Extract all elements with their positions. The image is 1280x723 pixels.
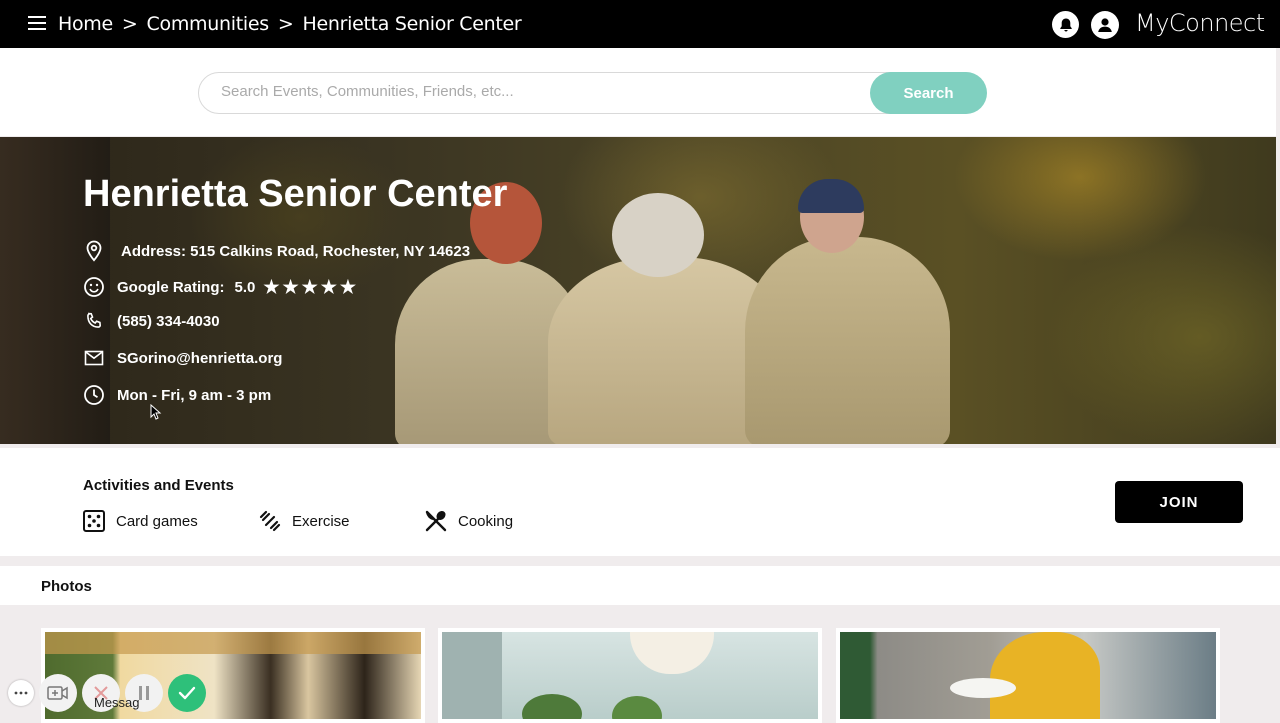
address-row: Address: 515 Calkins Road, Rochester, NY…	[83, 240, 470, 262]
hero-person-right	[745, 237, 950, 444]
video-add-icon[interactable]	[39, 674, 77, 712]
bell-icon[interactable]	[1052, 11, 1079, 38]
photo-lounge	[840, 632, 1216, 719]
phone-text[interactable]: (585) 334-4030	[117, 313, 220, 330]
address-text: Address: 515 Calkins Road, Rochester, NY…	[121, 242, 471, 260]
utensils-icon	[424, 509, 448, 533]
search-button[interactable]: Search	[870, 72, 987, 114]
phone-row: (585) 334-4030	[83, 310, 220, 332]
smiley-icon	[83, 276, 105, 298]
photo-card[interactable]	[836, 628, 1220, 723]
search-input[interactable]	[221, 83, 861, 100]
hours-row: Mon - Fri, 9 am - 3 pm	[83, 384, 271, 406]
breadcrumb-separator: >	[121, 13, 138, 35]
menu-icon[interactable]	[28, 16, 46, 30]
search-box	[198, 72, 986, 114]
photos-header: Photos	[0, 566, 1280, 605]
check-icon[interactable]	[168, 674, 206, 712]
location-pin-icon	[83, 240, 105, 262]
breadcrumb: Home > Communities > Henrietta Senior Ce…	[58, 13, 522, 35]
photo-card[interactable]	[438, 628, 822, 723]
mail-icon	[83, 347, 105, 369]
message-label: Messag	[94, 695, 140, 710]
breadcrumb-separator: >	[277, 13, 294, 35]
brand-logo[interactable]: MyConnect	[1135, 9, 1265, 37]
user-icon[interactable]	[1091, 11, 1119, 39]
top-bar: Home > Communities > Henrietta Senior Ce…	[0, 0, 1280, 48]
page: Home > Communities > Henrietta Senior Ce…	[0, 0, 1280, 723]
hours-text: Mon - Fri, 9 am - 3 pm	[117, 386, 272, 404]
activity-label: Exercise	[292, 512, 350, 530]
center-name: Henrietta Senior Center	[83, 173, 508, 215]
phone-icon	[83, 310, 105, 332]
dice-icon	[82, 509, 106, 533]
call-controls: Messag	[8, 673, 211, 713]
search-band: Search	[0, 48, 1276, 136]
breadcrumb-communities[interactable]: Communities	[147, 13, 270, 35]
hero-banner: Henrietta Senior Center Address: 515 Cal…	[0, 137, 1276, 444]
email-row: SGorino@henrietta.org	[83, 347, 282, 369]
activity-cooking[interactable]: Cooking	[424, 509, 513, 533]
hero-person-right-cap	[798, 179, 864, 213]
clock-icon	[83, 384, 105, 406]
dumbbell-icon	[258, 509, 282, 533]
activity-label: Cooking	[458, 512, 514, 530]
email-text[interactable]: SGorino@henrietta.org	[117, 350, 282, 367]
rating-row: Google Rating: 5.0 ★★★★★	[83, 276, 359, 298]
breadcrumb-home[interactable]: Home	[58, 13, 113, 35]
more-icon[interactable]	[8, 680, 34, 706]
rating-stars: ★★★★★	[263, 276, 360, 297]
photo-room	[442, 632, 818, 719]
activity-exercise[interactable]: Exercise	[258, 509, 350, 533]
activity-label: Card games	[116, 512, 198, 530]
photos-title: Photos	[41, 578, 92, 595]
breadcrumb-current: Henrietta Senior Center	[302, 13, 522, 35]
rating-value: 5.0	[234, 278, 256, 296]
join-button[interactable]: JOIN	[1115, 481, 1243, 523]
activities-section: Activities and Events Card games Exercis…	[0, 448, 1280, 556]
hero-person-middle-head	[612, 193, 704, 277]
rating-label: Google Rating:	[117, 278, 225, 296]
mouse-cursor-icon	[150, 403, 162, 425]
activities-title: Activities and Events	[83, 477, 234, 494]
activity-card-games[interactable]: Card games	[82, 509, 198, 533]
